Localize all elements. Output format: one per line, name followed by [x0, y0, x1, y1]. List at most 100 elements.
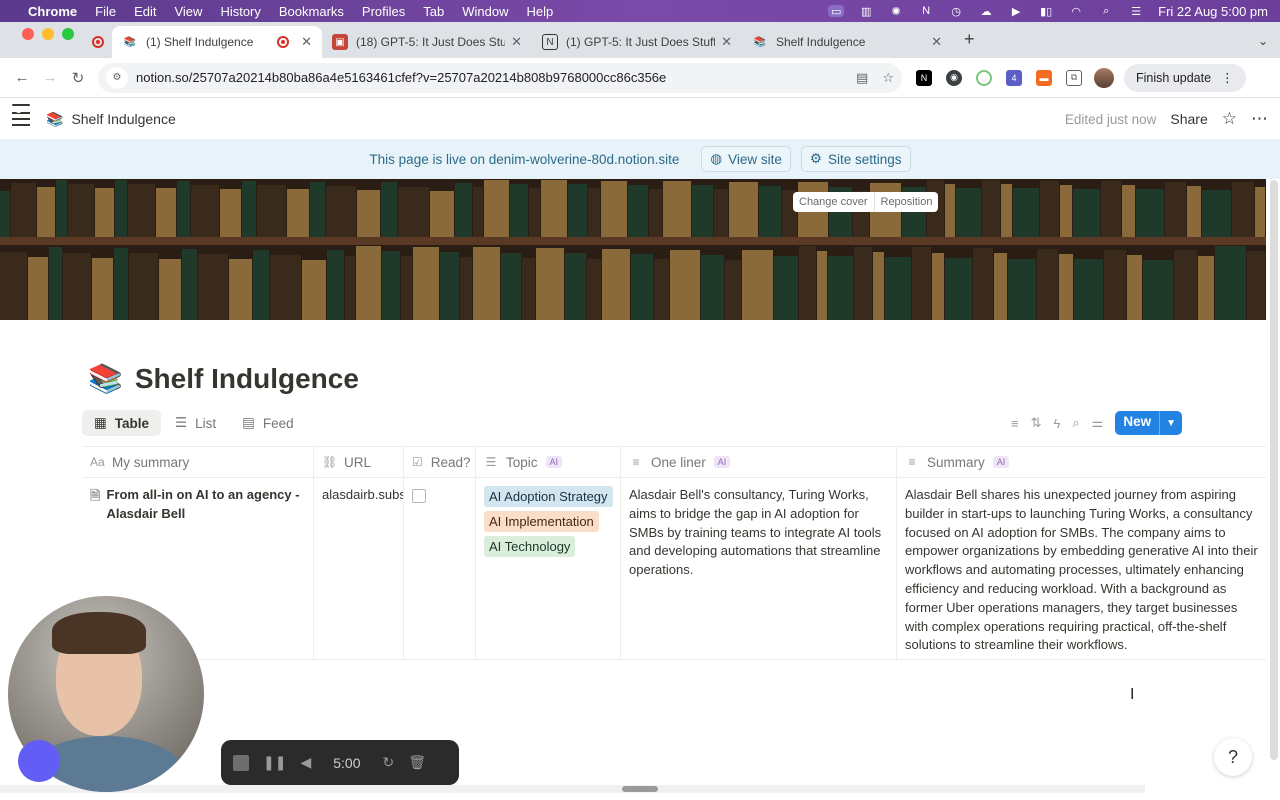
zoom-window-button[interactable]	[62, 28, 74, 40]
menu-history[interactable]: History	[220, 4, 260, 19]
cell-url[interactable]: alasdairb.substack.com	[314, 478, 404, 659]
breadcrumb[interactable]: Shelf Indulgence	[71, 111, 175, 127]
extensions-puzzle-icon[interactable]: ⧉	[1066, 69, 1082, 86]
address-bar[interactable]: ⚙ notion.so/25707a20214b80ba86a4e5163461…	[98, 62, 902, 93]
settings-sliders-icon[interactable]: ⚌	[1092, 415, 1104, 431]
battery-icon[interactable]: ▮▯	[1038, 5, 1054, 18]
view-tab-feed[interactable]: ▤ Feed	[230, 410, 306, 436]
cloud-icon[interactable]: ☁	[978, 5, 994, 18]
page-title-emoji-icon[interactable]: 📚	[88, 362, 123, 395]
menu-window[interactable]: Window	[462, 4, 508, 19]
new-tab-button[interactable]: +	[952, 29, 987, 58]
close-tab-icon[interactable]: ✕	[301, 34, 312, 50]
sort-icon[interactable]: ⇅	[1031, 415, 1042, 431]
reposition-button[interactable]: Reposition	[873, 192, 939, 212]
pause-icon[interactable]: ❚❚	[263, 754, 286, 771]
close-window-button[interactable]	[22, 28, 34, 40]
screen-share-icon[interactable]: ▭	[828, 5, 845, 18]
restart-icon[interactable]: ↻	[383, 754, 395, 771]
page-title[interactable]: 📚 Shelf Indulgence	[88, 362, 359, 395]
loom-record-button[interactable]	[18, 740, 60, 782]
cell-summary[interactable]: Alasdair Bell shares his unexpected jour…	[897, 478, 1266, 659]
column-header-summary[interactable]: ≡ Summary AI	[897, 447, 1266, 477]
translate-icon[interactable]: ▤	[856, 70, 868, 86]
control-center-icon[interactable]: ☰	[1128, 5, 1144, 18]
delete-trash-icon[interactable]: 🗑	[408, 754, 426, 771]
cell-one-liner[interactable]: Alasdair Bell's consultancy, Turing Work…	[621, 478, 897, 659]
menu-bookmarks[interactable]: Bookmarks	[279, 4, 344, 19]
column-header-url[interactable]: ⛓ URL	[314, 447, 404, 477]
filter-icon[interactable]: ≡	[1011, 416, 1019, 431]
tab-shelf-indulgence[interactable]: 📚 Shelf Indulgence ✕	[742, 26, 952, 58]
search-icon[interactable]: ⌕	[1072, 415, 1079, 431]
book-spine	[326, 250, 344, 320]
back-arrow-icon[interactable]: ←	[8, 64, 36, 92]
finish-update-button[interactable]: Finish update ⋮	[1124, 63, 1246, 92]
cell-topic[interactable]: AI Adoption Strategy AI Implementation A…	[476, 478, 621, 659]
column-header-topic[interactable]: ☰ Topic AI	[476, 447, 621, 477]
openai-icon[interactable]: ✺	[888, 5, 904, 18]
app-menu[interactable]: Chrome	[28, 4, 77, 19]
extension-globe-icon[interactable]: ◉	[946, 69, 962, 86]
reload-icon[interactable]: ↻	[64, 64, 92, 92]
site-info-icon[interactable]: ⚙	[106, 66, 128, 89]
tab-gpt5-notion[interactable]: N (1) GPT-5: It Just Does Stuff ✕	[532, 26, 742, 58]
tab-gpt5-substack[interactable]: ▣ (18) GPT-5: It Just Does Stuff ✕	[322, 26, 532, 58]
notion-extension-icon[interactable]: N	[916, 69, 932, 86]
view-tab-list[interactable]: ☰ List	[163, 410, 228, 436]
chevron-down-icon[interactable]: ▼	[1159, 411, 1182, 435]
menu-view[interactable]: View	[174, 4, 202, 19]
column-header-my-summary[interactable]: Aa My summary	[82, 447, 314, 477]
vertical-scrollbar[interactable]	[1270, 180, 1278, 760]
close-tab-icon[interactable]: ✕	[931, 34, 942, 50]
automation-lightning-icon[interactable]: ϟ	[1054, 416, 1061, 431]
menu-profiles[interactable]: Profiles	[362, 4, 405, 19]
url-text[interactable]: notion.so/25707a20214b80ba86a4e5163461cf…	[136, 70, 842, 85]
favorite-star-icon[interactable]: ☆	[1222, 109, 1237, 129]
book-spine	[586, 258, 601, 320]
site-settings-button[interactable]: ⚙ Site settings	[800, 146, 911, 172]
sidebar-menu-icon[interactable]: 1	[12, 104, 32, 126]
mute-audio-icon[interactable]: ◀	[300, 754, 311, 771]
play-icon[interactable]: ▶	[1008, 5, 1024, 18]
close-tab-icon[interactable]: ✕	[721, 34, 732, 50]
share-button[interactable]: Share	[1170, 111, 1207, 127]
minimize-window-button[interactable]	[42, 28, 54, 40]
read-checkbox[interactable]	[412, 489, 426, 503]
wifi-icon[interactable]: ◠	[1068, 5, 1084, 18]
profile-avatar[interactable]	[1094, 67, 1114, 88]
new-button[interactable]: New ▼	[1115, 411, 1182, 435]
change-cover-button[interactable]: Change cover	[793, 192, 874, 212]
menu-edit[interactable]: Edit	[134, 4, 156, 19]
more-options-icon[interactable]: ⋯	[1251, 109, 1268, 129]
scrollbar-thumb[interactable]	[622, 786, 658, 792]
spotlight-icon[interactable]: ⌕	[1098, 5, 1114, 17]
book-spine	[241, 181, 256, 237]
extension-orange-icon[interactable]: ▬	[1036, 69, 1052, 86]
timer-icon[interactable]: ◷	[948, 5, 964, 18]
stats-icon[interactable]: ▥	[858, 5, 874, 18]
notion-status-icon[interactable]: N	[918, 5, 934, 17]
menu-tab[interactable]: Tab	[423, 4, 444, 19]
cover-controls: Change cover Reposition	[793, 192, 939, 212]
stop-recording-button[interactable]	[233, 754, 249, 771]
forward-arrow-icon[interactable]: →	[36, 64, 64, 92]
notion-ai-help-icon[interactable]: ?	[1214, 738, 1252, 776]
cell-read[interactable]	[404, 478, 476, 659]
menu-help[interactable]: Help	[527, 4, 554, 19]
row-title[interactable]: From all-in on AI to an agency - Alasdai…	[106, 486, 305, 524]
column-header-read[interactable]: ☑ Read?	[404, 447, 476, 477]
menu-file[interactable]: File	[95, 4, 116, 19]
table-row[interactable]: 🗎 From all-in on AI to an agency - Alasd…	[82, 478, 1266, 660]
tab-shelf-indulgence-active[interactable]: 📚 (1) Shelf Indulgence ✕	[112, 26, 322, 58]
extension-circle-icon[interactable]	[976, 69, 992, 86]
tab-search-chevron-icon[interactable]: ⌄	[1246, 34, 1280, 58]
view-tab-table[interactable]: ▦ Table	[82, 410, 162, 436]
close-tab-icon[interactable]: ✕	[511, 34, 522, 50]
column-header-one-liner[interactable]: ≡ One liner AI	[621, 447, 897, 477]
extension-badge-icon[interactable]: 4	[1006, 69, 1022, 86]
view-site-button[interactable]: ◍ View site	[701, 146, 791, 172]
page-title-text[interactable]: Shelf Indulgence	[135, 363, 359, 395]
menu-clock[interactable]: Fri 22 Aug 5:00 pm	[1158, 4, 1268, 19]
bookmark-star-icon[interactable]: ☆	[882, 70, 894, 86]
